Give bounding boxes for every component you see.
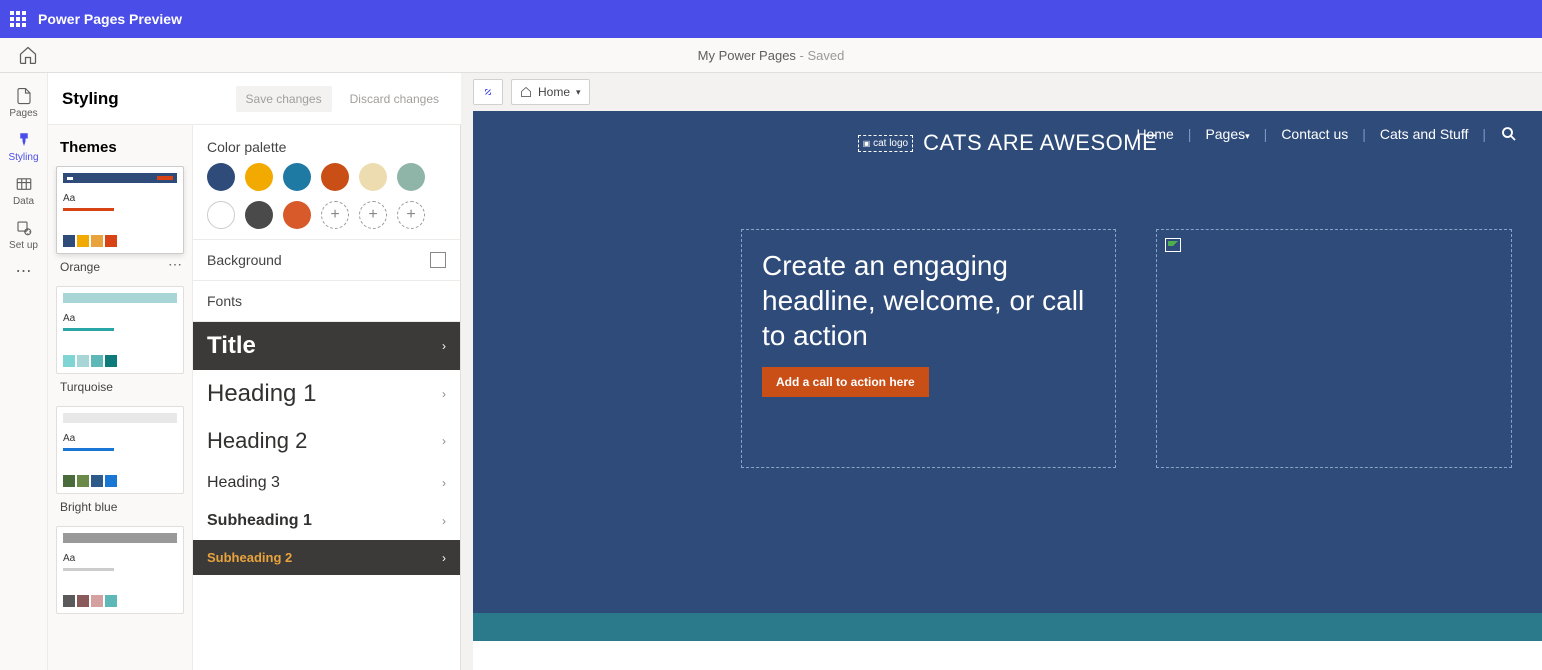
theme-card-turquoise[interactable]: Aa Turquoise	[56, 286, 184, 394]
theme-card-4[interactable]: Aa	[56, 526, 184, 614]
rail-setup[interactable]: Set up	[0, 213, 47, 257]
caret-down-icon: ▾	[1245, 131, 1250, 141]
chevron-right-icon: ›	[442, 339, 446, 353]
chevron-right-icon: ›	[442, 434, 446, 448]
style-detail-panel: Color palette + + + Background	[193, 125, 461, 670]
breadcrumb-home[interactable]: Home ▾	[511, 79, 590, 105]
palette-swatch[interactable]	[207, 163, 235, 191]
broken-image-icon	[1165, 238, 1181, 252]
left-nav-rail: Pages Styling Data Set up ⋯	[0, 73, 48, 670]
expand-button[interactable]	[473, 79, 503, 105]
app-title: Power Pages Preview	[38, 11, 182, 27]
font-row-subheading1[interactable]: Subheading 1›	[193, 502, 460, 540]
background-row[interactable]: Background	[193, 239, 460, 280]
font-row-heading2[interactable]: Heading 2›	[193, 418, 460, 464]
site-nav: Home| Pages▾| Contact us| Cats and Stuff…	[1136, 125, 1518, 143]
themes-panel: Themes Aa Orange ⋯	[48, 125, 193, 670]
home-icon[interactable]	[18, 45, 38, 65]
palette-swatch[interactable]	[283, 163, 311, 191]
discard-changes-button[interactable]: Discard changes	[340, 86, 449, 112]
home-icon	[520, 86, 532, 98]
palette-swatch[interactable]	[321, 163, 349, 191]
logo-placeholder[interactable]: ▣ cat logo	[858, 135, 913, 152]
panel-title: Styling	[48, 73, 193, 125]
palette-swatch[interactable]	[245, 201, 273, 229]
hero-headline[interactable]: Create an engaging headline, welcome, or…	[762, 248, 1095, 353]
nav-home[interactable]: Home	[1136, 126, 1173, 142]
theme-card-bright-blue[interactable]: Aa Bright blue	[56, 406, 184, 514]
app-header: Power Pages Preview	[0, 0, 1542, 38]
cta-button[interactable]: Add a call to action here	[762, 367, 929, 397]
fonts-label: Fonts	[193, 280, 460, 321]
chevron-right-icon: ›	[442, 387, 446, 401]
gear-icon	[15, 219, 33, 237]
nav-pages[interactable]: Pages▾	[1205, 126, 1249, 142]
nav-cats[interactable]: Cats and Stuff	[1380, 126, 1468, 142]
hero-section: ▣ cat logo CATS ARE AWESOME Home| Pages▾…	[473, 111, 1542, 613]
themes-label: Themes	[48, 125, 192, 166]
rail-data[interactable]: Data	[0, 169, 47, 213]
site-header: ▣ cat logo CATS ARE AWESOME Home| Pages▾…	[473, 111, 1542, 167]
color-palette-label: Color palette	[193, 125, 460, 163]
add-color-button[interactable]: +	[359, 201, 387, 229]
theme-more-icon[interactable]: ⋯	[168, 256, 182, 273]
theme-card-orange[interactable]: Aa Orange ⋯	[56, 166, 184, 274]
divider-bar	[473, 613, 1542, 641]
hero-image-block[interactable]	[1156, 229, 1512, 468]
chevron-down-icon: ▾	[576, 87, 581, 98]
preview-canvas: ▣ cat logo CATS ARE AWESOME Home| Pages▾…	[473, 111, 1542, 670]
font-row-subheading2[interactable]: Subheading 2›	[193, 540, 460, 575]
chevron-right-icon: ›	[442, 551, 446, 565]
add-color-button[interactable]: +	[397, 201, 425, 229]
canvas-area: Home ▾ ▣ cat logo CATS ARE AWESOME Home|…	[461, 73, 1542, 670]
add-color-button[interactable]: +	[321, 201, 349, 229]
search-icon[interactable]	[1500, 125, 1518, 143]
font-row-heading1[interactable]: Heading 1›	[193, 370, 460, 418]
palette-swatch[interactable]	[245, 163, 273, 191]
chevron-right-icon: ›	[442, 476, 446, 490]
background-checkbox[interactable]	[430, 252, 446, 268]
site-status: My Power Pages - Saved	[698, 48, 845, 63]
hero-text-block[interactable]: Create an engaging headline, welcome, or…	[741, 229, 1116, 468]
palette-swatch[interactable]	[359, 163, 387, 191]
palette-swatch[interactable]	[283, 201, 311, 229]
site-name: My Power Pages	[698, 48, 796, 63]
brush-icon	[15, 131, 33, 149]
save-changes-button[interactable]: Save changes	[236, 86, 332, 112]
table-icon	[15, 175, 33, 193]
file-icon	[15, 87, 33, 105]
chevron-right-icon: ›	[442, 514, 446, 528]
font-row-title[interactable]: Title›	[193, 322, 460, 370]
palette-swatch[interactable]	[397, 163, 425, 191]
app-launcher-icon[interactable]	[10, 11, 26, 27]
expand-icon	[482, 86, 494, 98]
status-bar: My Power Pages - Saved	[0, 38, 1542, 73]
site-title[interactable]: CATS ARE AWESOME	[923, 130, 1157, 156]
rail-pages[interactable]: Pages	[0, 81, 47, 125]
rail-styling[interactable]: Styling	[0, 125, 47, 169]
font-row-heading3[interactable]: Heading 3›	[193, 464, 460, 502]
save-state: - Saved	[796, 48, 844, 63]
rail-more[interactable]: ⋯	[16, 261, 32, 281]
nav-contact[interactable]: Contact us	[1281, 126, 1348, 142]
palette-swatch[interactable]	[207, 201, 235, 229]
color-palette: + + +	[193, 163, 460, 239]
